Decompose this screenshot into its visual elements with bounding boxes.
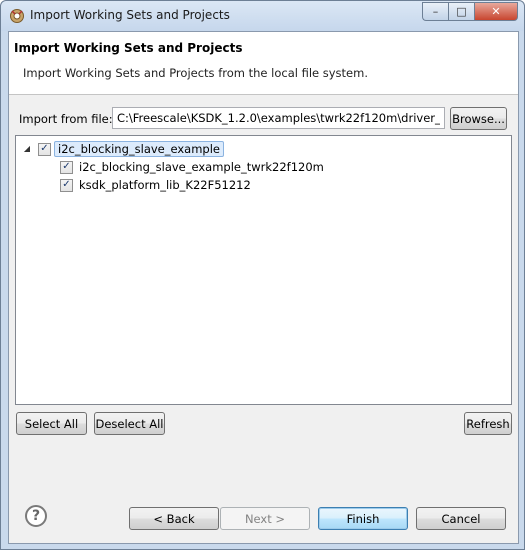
projects-tree: ◢ ✓ i2c_blocking_slave_example ✓ i2c_blo… <box>15 135 512 405</box>
tree-item-checkbox[interactable]: ✓ <box>60 178 73 192</box>
check-icon: ✓ <box>62 161 71 172</box>
maximize-button[interactable]: □ <box>448 2 474 21</box>
page-description: Import Working Sets and Projects from th… <box>23 66 368 80</box>
window-title: Import Working Sets and Projects <box>30 8 230 22</box>
tree-item-i2c-blocking-slave-example-twrk22f120m[interactable]: ✓ i2c_blocking_slave_example_twrk22f120m <box>60 158 327 176</box>
help-button[interactable]: ? <box>25 505 47 527</box>
check-icon: ✓ <box>40 143 49 154</box>
tree-item-label: i2c_blocking_slave_example <box>54 141 224 157</box>
maximize-icon: □ <box>456 5 467 18</box>
tree-item-checkbox[interactable]: ✓ <box>60 160 73 174</box>
tree-item-ksdk-platform-lib[interactable]: ✓ ksdk_platform_lib_K22F51212 <box>60 176 254 194</box>
minimize-button[interactable]: – <box>422 2 448 21</box>
import-dialog-window: Import Working Sets and Projects – □ ✕ I… <box>0 0 525 550</box>
select-all-button[interactable]: Select All <box>16 412 87 435</box>
import-from-file-label: Import from file: <box>19 112 113 126</box>
cancel-button[interactable]: Cancel <box>416 507 506 530</box>
back-button[interactable]: < Back <box>129 507 219 530</box>
deselect-all-button[interactable]: Deselect All <box>94 412 165 435</box>
eclipse-settings-icon <box>10 9 24 23</box>
tree-item-label: ksdk_platform_lib_K22F51212 <box>79 178 251 192</box>
refresh-button[interactable]: Refresh <box>464 412 512 435</box>
close-icon: ✕ <box>491 5 501 18</box>
page-title: Import Working Sets and Projects <box>14 41 243 55</box>
tree-item-i2c-blocking-slave-example[interactable]: ◢ ✓ i2c_blocking_slave_example <box>22 140 224 158</box>
collapse-arrow-icon[interactable]: ◢ <box>22 144 32 154</box>
tree-item-label: i2c_blocking_slave_example_twrk22f120m <box>79 160 324 174</box>
minimize-icon: – <box>432 5 439 18</box>
import-file-path-input[interactable] <box>112 107 445 129</box>
browse-button[interactable]: Browse... <box>450 107 507 130</box>
close-button[interactable]: ✕ <box>474 2 518 21</box>
window-controls: – □ ✕ <box>422 2 518 22</box>
finish-button[interactable]: Finish <box>318 507 408 530</box>
check-icon: ✓ <box>62 179 71 190</box>
next-button[interactable]: Next > <box>220 507 310 530</box>
dialog-client-area: Import Working Sets and Projects Import … <box>8 31 519 544</box>
tree-item-checkbox[interactable]: ✓ <box>38 142 51 156</box>
title-bar[interactable]: Import Working Sets and Projects – □ ✕ <box>1 1 524 31</box>
wizard-header: Import Working Sets and Projects Import … <box>9 32 518 95</box>
help-icon: ? <box>31 508 41 524</box>
